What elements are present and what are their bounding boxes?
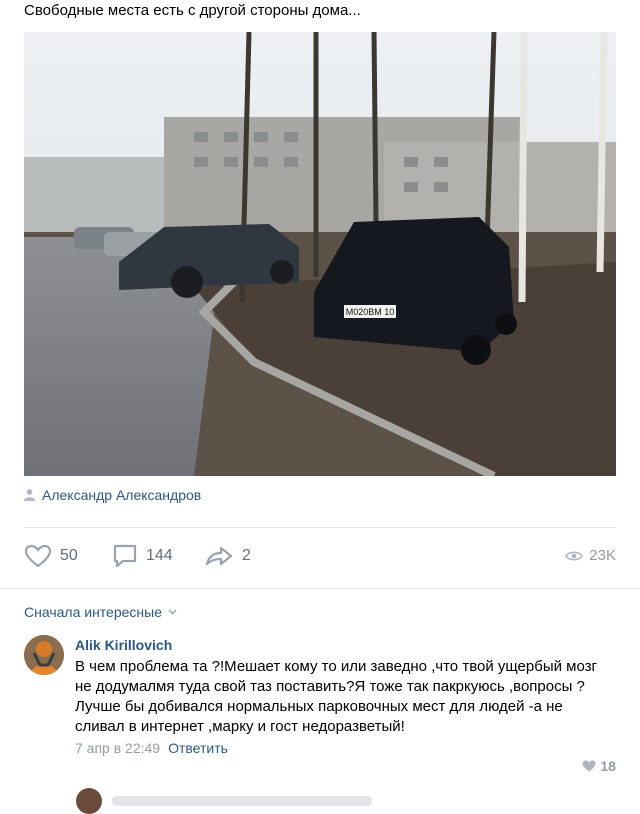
comment-icon <box>113 544 137 568</box>
share-button[interactable]: 2 <box>204 544 251 568</box>
like-count: 50 <box>60 547 78 564</box>
share-count: 2 <box>242 547 251 564</box>
avatar-image <box>24 635 64 675</box>
comments-divider <box>0 588 640 589</box>
post-actions: 50 144 2 23K <box>24 544 616 574</box>
avatar[interactable] <box>24 635 64 675</box>
heart-icon <box>582 760 596 772</box>
parking-photo-illustration: М020ВМ 10 <box>24 32 616 476</box>
comment-like-button[interactable]: 18 <box>582 758 616 774</box>
chevron-down-icon <box>168 609 177 615</box>
comment-like-count: 18 <box>600 758 616 774</box>
person-icon <box>24 489 35 501</box>
heart-icon <box>24 544 52 568</box>
comments-sort-label: Сначала интересные <box>24 604 162 620</box>
post-divider <box>24 527 616 528</box>
comment-meta: 7 апр в 22:49 Ответить <box>75 740 616 756</box>
avatar[interactable] <box>76 788 102 814</box>
views: 23K <box>565 547 616 564</box>
next-comment-partial <box>76 788 372 814</box>
post-text: Свободные места есть с другой стороны до… <box>24 2 361 19</box>
comment-text: В чем проблема та ?!Мешает кому то или з… <box>75 657 616 737</box>
post-photo[interactable]: М020ВМ 10 <box>24 32 616 476</box>
comment-count: 144 <box>146 547 173 564</box>
like-button[interactable]: 50 <box>24 544 78 568</box>
comment-date[interactable]: 7 апр в 22:49 <box>75 740 160 756</box>
share-arrow-icon <box>205 546 233 566</box>
reply-button[interactable]: Ответить <box>168 740 228 756</box>
next-comment-preview <box>112 796 372 806</box>
comment-author[interactable]: Alik Kirillovich <box>75 635 616 655</box>
comment-line: В чем проблема та ?!Мешает кому то или з… <box>75 658 597 695</box>
post-author-name[interactable]: Александр Александров <box>42 487 201 503</box>
view-count: 23K <box>589 547 616 564</box>
comment-line: Лучше бы добивался нормальных парковочны… <box>75 698 563 735</box>
comment-button[interactable]: 144 <box>112 544 173 568</box>
comments-sort-dropdown[interactable]: Сначала интересные <box>24 604 177 620</box>
post-author[interactable]: Александр Александров <box>24 487 201 503</box>
license-plate: М020ВМ 10 <box>346 307 395 317</box>
eye-icon <box>565 550 584 561</box>
